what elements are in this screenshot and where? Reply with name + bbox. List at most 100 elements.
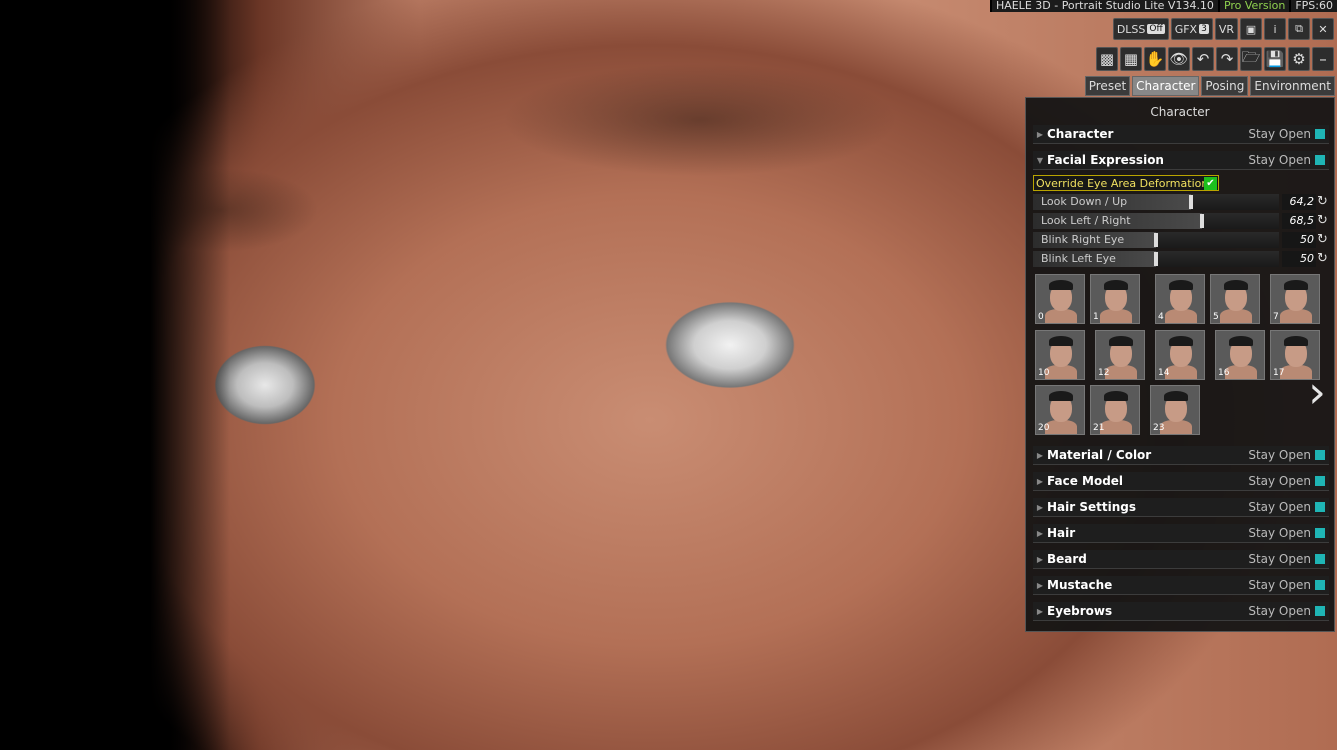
close-icon[interactable]: ✕ <box>1312 18 1334 40</box>
stay-open-label: Stay Open <box>1248 604 1311 618</box>
slider-handle[interactable] <box>1154 252 1158 266</box>
info-button[interactable]: i <box>1264 18 1286 40</box>
section-label: Hair Settings <box>1047 500 1136 514</box>
reset-icon[interactable]: ↻ <box>1317 251 1331 267</box>
section-mustache[interactable]: ▶ Mustache Stay Open <box>1033 576 1329 595</box>
gear-icon[interactable]: ⚙ <box>1288 47 1310 71</box>
section-label: Facial Expression <box>1047 153 1164 167</box>
section-hair-settings[interactable]: ▶ Hair Settings Stay Open <box>1033 498 1329 517</box>
slider-blink-right-eye[interactable]: Blink Right Eye 50 ↻ <box>1033 232 1329 248</box>
expression-thumbnail[interactable]: 1 <box>1090 274 1140 324</box>
section-label: Mustache <box>1047 578 1113 592</box>
gfx-button[interactable]: GFX 3 <box>1170 18 1213 40</box>
expression-thumbnail[interactable]: 5 <box>1210 274 1260 324</box>
stay-open-label: Stay Open <box>1248 153 1311 167</box>
fps-counter: FPS:60 <box>1289 0 1337 12</box>
tab-preset[interactable]: Preset <box>1084 76 1131 96</box>
thumbnail-index: 14 <box>1158 368 1170 378</box>
expand-arrow-icon: ▶ <box>1036 606 1044 616</box>
camera-icon[interactable]: ▩ <box>1096 47 1118 71</box>
vr-button[interactable]: VR <box>1214 18 1238 40</box>
section-hair[interactable]: ▶ Hair Stay Open <box>1033 524 1329 543</box>
section-eyebrows[interactable]: ▶ Eyebrows Stay Open <box>1033 602 1329 621</box>
version-label: Pro Version <box>1217 0 1290 12</box>
expression-thumbnail[interactable]: 7 <box>1270 274 1320 324</box>
redo-icon[interactable]: ↷ <box>1216 47 1238 71</box>
expression-thumbnail[interactable]: 12 <box>1095 330 1145 380</box>
tab-character[interactable]: Character <box>1132 76 1200 96</box>
checkmark-icon[interactable]: ✔ <box>1204 177 1217 190</box>
open-folder-icon[interactable]: 🗁 <box>1240 47 1262 71</box>
override-eye-area-toggle[interactable]: Override Eye Area Deformation <box>1033 175 1219 191</box>
thumbnail-index: 4 <box>1158 312 1164 322</box>
expression-thumbnail[interactable]: 23 <box>1150 385 1200 435</box>
stay-open-checkbox[interactable] <box>1315 129 1325 139</box>
thumbnail-index: 7 <box>1273 312 1279 322</box>
stay-open-checkbox[interactable] <box>1315 606 1325 616</box>
section-material-color[interactable]: ▶ Material / Color Stay Open <box>1033 446 1329 465</box>
expand-arrow-icon: ▶ <box>1036 129 1044 139</box>
app-title: HAELE 3D - Portrait Studio Lite V134.10 <box>989 0 1218 12</box>
thumbnail-index: 20 <box>1038 423 1050 433</box>
slider-handle[interactable] <box>1200 214 1204 228</box>
stay-open-checkbox[interactable] <box>1315 502 1325 512</box>
screenshot-camera-icon[interactable]: ▣ <box>1240 18 1262 40</box>
slider-value-field[interactable]: 64,2 <box>1282 194 1316 210</box>
slider-value-field[interactable]: 50 <box>1282 251 1316 267</box>
reset-icon[interactable]: ↻ <box>1317 213 1331 229</box>
stay-open-checkbox[interactable] <box>1315 554 1325 564</box>
expression-thumbnail[interactable]: 4 <box>1155 274 1205 324</box>
viewport-background <box>0 0 230 750</box>
slider-value-field[interactable]: 68,5 <box>1282 213 1316 229</box>
dlss-value: Off <box>1147 24 1165 34</box>
expression-thumbnail[interactable]: 14 <box>1155 330 1205 380</box>
stay-open-checkbox[interactable] <box>1315 476 1325 486</box>
section-facial-expression[interactable]: ▼ Facial Expression Stay Open <box>1033 151 1329 170</box>
grid-icon[interactable]: ▦ <box>1120 47 1142 71</box>
stay-open-label: Stay Open <box>1248 552 1311 566</box>
section-beard[interactable]: ▶ Beard Stay Open <box>1033 550 1329 569</box>
stay-open-checkbox[interactable] <box>1315 155 1325 165</box>
thumbnail-index: 12 <box>1098 368 1110 378</box>
window-toggle-icon[interactable]: ⧉ <box>1288 18 1310 40</box>
expression-thumbnail[interactable]: 10 <box>1035 330 1085 380</box>
stay-open-label: Stay Open <box>1248 474 1311 488</box>
tab-posing[interactable]: Posing <box>1201 76 1249 96</box>
minimize-icon[interactable]: – <box>1312 47 1334 71</box>
thumbnail-index: 17 <box>1273 368 1285 378</box>
expand-arrow-icon: ▶ <box>1036 450 1044 460</box>
thumbnail-index: 5 <box>1213 312 1219 322</box>
chevron-right-icon[interactable]: › <box>1300 370 1334 416</box>
stay-open-checkbox[interactable] <box>1315 450 1325 460</box>
slider-value-field[interactable]: 50 <box>1282 232 1316 248</box>
stay-open-checkbox[interactable] <box>1315 528 1325 538</box>
save-icon[interactable]: 💾 <box>1264 47 1286 71</box>
dlss-button[interactable]: DLSS Off <box>1112 18 1169 40</box>
section-character[interactable]: ▶ Character Stay Open <box>1033 125 1329 144</box>
reset-icon[interactable]: ↻ <box>1317 232 1331 248</box>
thumbnail-index: 0 <box>1038 312 1044 322</box>
stay-open-label: Stay Open <box>1248 127 1311 141</box>
thumbnail-index: 23 <box>1153 423 1165 433</box>
thumbnail-index: 21 <box>1093 423 1105 433</box>
slider-blink-left-eye[interactable]: Blink Left Eye 50 ↻ <box>1033 251 1329 267</box>
expression-thumbnail[interactable]: 20 <box>1035 385 1085 435</box>
slider-handle[interactable] <box>1189 195 1193 209</box>
collapse-arrow-icon: ▼ <box>1036 155 1044 165</box>
expression-thumbnail[interactable]: 21 <box>1090 385 1140 435</box>
expression-thumbnail[interactable]: 0 <box>1035 274 1085 324</box>
section-label: Eyebrows <box>1047 604 1113 618</box>
slider-look-down-up[interactable]: Look Down / Up 64,2 ↻ <box>1033 194 1329 210</box>
expression-thumbnail[interactable]: 16 <box>1215 330 1265 380</box>
tab-environment[interactable]: Environment <box>1250 76 1335 96</box>
slider-look-left-right[interactable]: Look Left / Right 68,5 ↻ <box>1033 213 1329 229</box>
undo-icon[interactable]: ↶ <box>1192 47 1214 71</box>
stay-open-checkbox[interactable] <box>1315 580 1325 590</box>
thumbnail-index: 1 <box>1093 312 1099 322</box>
hide-eye-icon[interactable]: 👁 <box>1168 47 1190 71</box>
reset-icon[interactable]: ↻ <box>1317 194 1331 210</box>
expand-arrow-icon: ▶ <box>1036 528 1044 538</box>
section-face-model[interactable]: ▶ Face Model Stay Open <box>1033 472 1329 491</box>
slider-handle[interactable] <box>1154 233 1158 247</box>
hand-icon[interactable]: ✋ <box>1144 47 1166 71</box>
